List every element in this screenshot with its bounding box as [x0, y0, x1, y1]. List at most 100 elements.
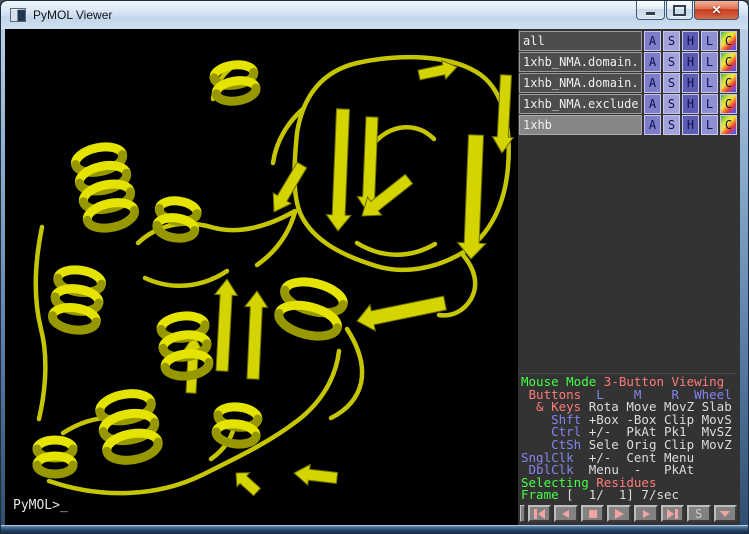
helix-ribbon: [156, 199, 199, 241]
controls-left-grip: [520, 505, 525, 522]
movie-stop-button[interactable]: [581, 505, 605, 522]
helix-turn: [37, 465, 73, 474]
object-list: allASHLC1xhb_NMA.domain.ASHLC1xhb_NMA.do…: [519, 31, 737, 136]
minimize-icon: [646, 12, 655, 15]
object-1xhb-button-C[interactable]: C: [720, 115, 737, 135]
protein-cartoon: [5, 29, 518, 525]
object-1xhb-button-S[interactable]: S: [663, 115, 680, 135]
helix-turn: [37, 440, 73, 449]
skip-end-icon: [665, 509, 679, 519]
helix-ribbon: [276, 277, 347, 342]
object-1xhb_NMA.domain.-button-C[interactable]: C: [720, 73, 737, 93]
object-1xhb_NMA.domain.-button-A[interactable]: A: [644, 73, 661, 93]
beta-arrow: [492, 75, 513, 153]
minimize-button[interactable]: [636, 1, 665, 20]
object-all-button-A[interactable]: A: [644, 31, 661, 51]
movie-photo-button[interactable]: S: [687, 505, 711, 522]
object-name-all[interactable]: all: [519, 31, 642, 51]
object-1xhb_NMA.exclude-button-S[interactable]: S: [663, 94, 680, 114]
movie-end-button[interactable]: [661, 505, 685, 522]
close-icon: ✕: [711, 3, 721, 17]
movie-photo-label: S: [695, 508, 702, 520]
beta-arrow: [294, 464, 338, 485]
object-1xhb_NMA.domain.-button-H[interactable]: H: [682, 52, 699, 72]
gl-area: PyMOL>_ allASHLC1xhb_NMA.domain.ASHLC1xh…: [5, 29, 740, 525]
triangle-down-icon: [718, 509, 732, 519]
object-all-button-C[interactable]: C: [720, 31, 737, 51]
object-row: 1xhbASHLC: [519, 115, 737, 135]
maximize-button[interactable]: [666, 1, 693, 20]
beta-arrow: [184, 335, 203, 393]
object-name-1xhb_NMA.domain.[interactable]: 1xhb_NMA.domain.: [519, 52, 642, 72]
maximize-icon: [673, 5, 686, 16]
object-all-button-H[interactable]: H: [682, 31, 699, 51]
helix-turn: [156, 225, 195, 240]
object-row: 1xhb_NMA.domain.ASHLC: [519, 73, 737, 93]
helix-turn: [98, 390, 151, 412]
internal-gui-panel: allASHLC1xhb_NMA.domain.ASHLC1xhb_NMA.do…: [518, 29, 740, 525]
object-row: 1xhb_NMA.excludeASHLC: [519, 94, 737, 114]
helix-turn: [215, 432, 256, 446]
object-row: 1xhb_NMA.domain.ASHLC: [519, 52, 737, 72]
helix-turn: [107, 442, 160, 464]
movie-play-button[interactable]: [607, 505, 631, 522]
beta-arrow: [236, 473, 260, 496]
object-all-button-S[interactable]: S: [663, 31, 680, 51]
helix-ribbon: [215, 405, 259, 446]
object-1xhb-button-A[interactable]: A: [644, 115, 661, 135]
stop-icon: [586, 509, 600, 519]
step-back-icon: [559, 509, 573, 519]
movie-step-forward-button[interactable]: [634, 505, 658, 522]
movie-rewind-button[interactable]: [528, 505, 552, 522]
window-border-bottom[interactable]: [1, 525, 748, 533]
beta-arrow: [326, 109, 351, 231]
helix-ribbon: [73, 143, 137, 232]
helix-ribbon: [98, 390, 161, 464]
movie-menu-button[interactable]: [714, 505, 738, 522]
mouse-panel-text: Frame: [521, 487, 566, 502]
loop-tube: [357, 243, 435, 255]
object-1xhb_NMA.exclude-button-L[interactable]: L: [701, 94, 718, 114]
command-prompt[interactable]: PyMOL>_: [13, 498, 68, 513]
object-name-1xhb_NMA.exclude[interactable]: 1xhb_NMA.exclude: [519, 94, 642, 114]
helix-ribbon: [51, 267, 103, 333]
loop-tube: [36, 227, 46, 419]
helix-turn: [58, 267, 103, 284]
object-1xhb_NMA.exclude-button-C[interactable]: C: [720, 94, 737, 114]
object-1xhb_NMA.domain.-button-C[interactable]: C: [720, 52, 737, 72]
step-forward-icon: [639, 509, 653, 519]
helix-ribbon: [213, 62, 258, 103]
skip-start-icon: [533, 509, 547, 519]
close-button[interactable]: ✕: [694, 1, 739, 20]
mouse-panel-line: Frame [ 1/ 1] 7/sec: [521, 489, 737, 502]
pymol-window: PyMOL Viewer ✕: [0, 0, 749, 534]
object-name-1xhb_NMA.domain.[interactable]: 1xhb_NMA.domain.: [519, 73, 642, 93]
titlebar[interactable]: PyMOL Viewer ✕: [1, 1, 748, 29]
object-1xhb_NMA.domain.-button-L[interactable]: L: [701, 52, 718, 72]
panel-spacer: [519, 136, 737, 373]
object-1xhb_NMA.domain.-button-S[interactable]: S: [663, 73, 680, 93]
movie-step-back-button[interactable]: [554, 505, 578, 522]
helix-ribbon: [37, 440, 73, 474]
loop-tube: [376, 127, 434, 141]
window-border-right[interactable]: [740, 29, 748, 525]
object-1xhb_NMA.domain.-button-S[interactable]: S: [663, 52, 680, 72]
beta-arrow: [357, 296, 446, 331]
beta-arrow: [215, 279, 238, 371]
movie-controls: S: [519, 505, 737, 522]
mouse-panel-text: [ 1/ 1] 7/sec: [566, 487, 679, 502]
object-1xhb_NMA.exclude-button-A[interactable]: A: [644, 94, 661, 114]
object-1xhb_NMA.domain.-button-H[interactable]: H: [682, 73, 699, 93]
pymol-app-icon: [10, 8, 26, 22]
object-all-button-L[interactable]: L: [701, 31, 718, 51]
helix-ribbon: [160, 314, 210, 378]
object-name-1xhb[interactable]: 1xhb: [519, 115, 642, 135]
object-1xhb_NMA.domain.-button-A[interactable]: A: [644, 52, 661, 72]
play-icon: [612, 509, 626, 519]
mouse-mode-panel: Mouse Mode 3-Button Viewing Buttons L M …: [519, 373, 737, 502]
object-1xhb_NMA.exclude-button-H[interactable]: H: [682, 94, 699, 114]
object-1xhb-button-H[interactable]: H: [682, 115, 699, 135]
3d-viewport[interactable]: PyMOL>_: [5, 29, 518, 525]
object-1xhb_NMA.domain.-button-L[interactable]: L: [701, 73, 718, 93]
object-1xhb-button-L[interactable]: L: [701, 115, 718, 135]
